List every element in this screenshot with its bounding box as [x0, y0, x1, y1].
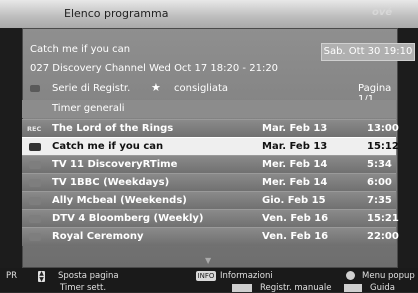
brand-logo: ové [372, 7, 393, 18]
legend-row: Serie di Registr. ★ consigliata Pagina 1… [22, 80, 396, 105]
section-header: Timer generali [22, 100, 396, 118]
program-date: Mar. Feb 13 [262, 123, 328, 134]
section-title: Timer generali [52, 103, 125, 114]
program-date: Gio. Feb 15 [262, 195, 326, 206]
up-down-arrows-icon: ▲ ▼ [38, 270, 45, 283]
title-bar: Elenco programma ové [0, 0, 418, 28]
move-page-label: Sposta pagina [58, 271, 119, 281]
recommended-label: consigliata [174, 83, 229, 94]
program-time: 15:21 [367, 213, 399, 224]
program-date: Ven. Feb 16 [262, 231, 329, 242]
list-item[interactable]: DTV 4 Bloomberg (Weekly) Ven. Feb 16 15:… [22, 209, 399, 228]
timer-icon [29, 143, 41, 151]
program-name: Catch me if you can [52, 141, 164, 152]
timer-icon [29, 233, 41, 241]
list-item[interactable]: TV 11 DiscoveryRTime Mer. Feb 14 5:34 [22, 155, 396, 174]
program-date: Mer. Feb 14 [262, 177, 328, 188]
program-name: TV 1BBC (Weekdays) [52, 177, 170, 188]
program-name: Ally Mcbeal (Weekends) [52, 195, 187, 206]
program-date: Ven. Feb 16 [262, 213, 329, 224]
program-name: DTV 4 Bloomberg (Weekly) [52, 213, 204, 224]
program-date: Mer. Feb 14 [262, 159, 328, 170]
info-label: Informazioni [220, 271, 273, 281]
series-record-label: Serie di Registr. [52, 83, 131, 94]
list-item[interactable]: REC The Lord of the Rings Mar. Feb 13 13… [22, 119, 399, 138]
rec-icon: REC [27, 125, 42, 133]
current-datetime: Sab. Ott 30 19:10 [321, 43, 415, 61]
current-program-details: 027 Discovery Channel Wed Oct 17 18:20 -… [30, 63, 279, 74]
program-time: 22:00 [367, 231, 399, 242]
program-time: 13:00 [367, 123, 399, 134]
program-name: TV 11 DiscoveryRTime [52, 159, 178, 170]
current-program-title: Catch me if you can [30, 44, 131, 55]
list-item[interactable]: Royal Ceremony Ven. Feb 16 22:00 [22, 227, 399, 246]
guide-key[interactable] [344, 284, 362, 292]
info-key[interactable]: INFO [196, 271, 216, 281]
program-name: The Lord of the Rings [52, 123, 174, 134]
popup-menu-label: Menu popup [362, 271, 415, 281]
program-time: 5:34 [367, 159, 392, 170]
timer-icon [29, 161, 41, 169]
timer-icon [29, 179, 41, 187]
program-time: 6:00 [367, 177, 392, 188]
list-item[interactable]: Ally Mcbeal (Weekends) Gio. Feb 15 7:35 [22, 191, 396, 210]
list-item[interactable]: TV 1BBC (Weekdays) Mer. Feb 14 6:00 [22, 173, 396, 192]
series-record-icon [30, 85, 40, 92]
scroll-down-icon[interactable]: ▼ [205, 256, 211, 265]
program-time: 7:35 [367, 195, 392, 206]
window-title: Elenco programma [64, 7, 169, 20]
manual-record-key[interactable] [232, 284, 252, 292]
pr-label: PR [6, 271, 18, 281]
program-time: 15:12 [367, 141, 399, 152]
star-icon: ★ [151, 81, 161, 94]
list-item-selected[interactable]: Catch me if you can Mar. Feb 13 15:12 [22, 137, 399, 156]
timer-icon [29, 197, 41, 205]
popup-menu-icon[interactable] [346, 271, 355, 280]
timer-icon [29, 215, 41, 223]
program-date: Mar. Feb 13 [262, 141, 328, 152]
program-name: Royal Ceremony [52, 231, 144, 242]
